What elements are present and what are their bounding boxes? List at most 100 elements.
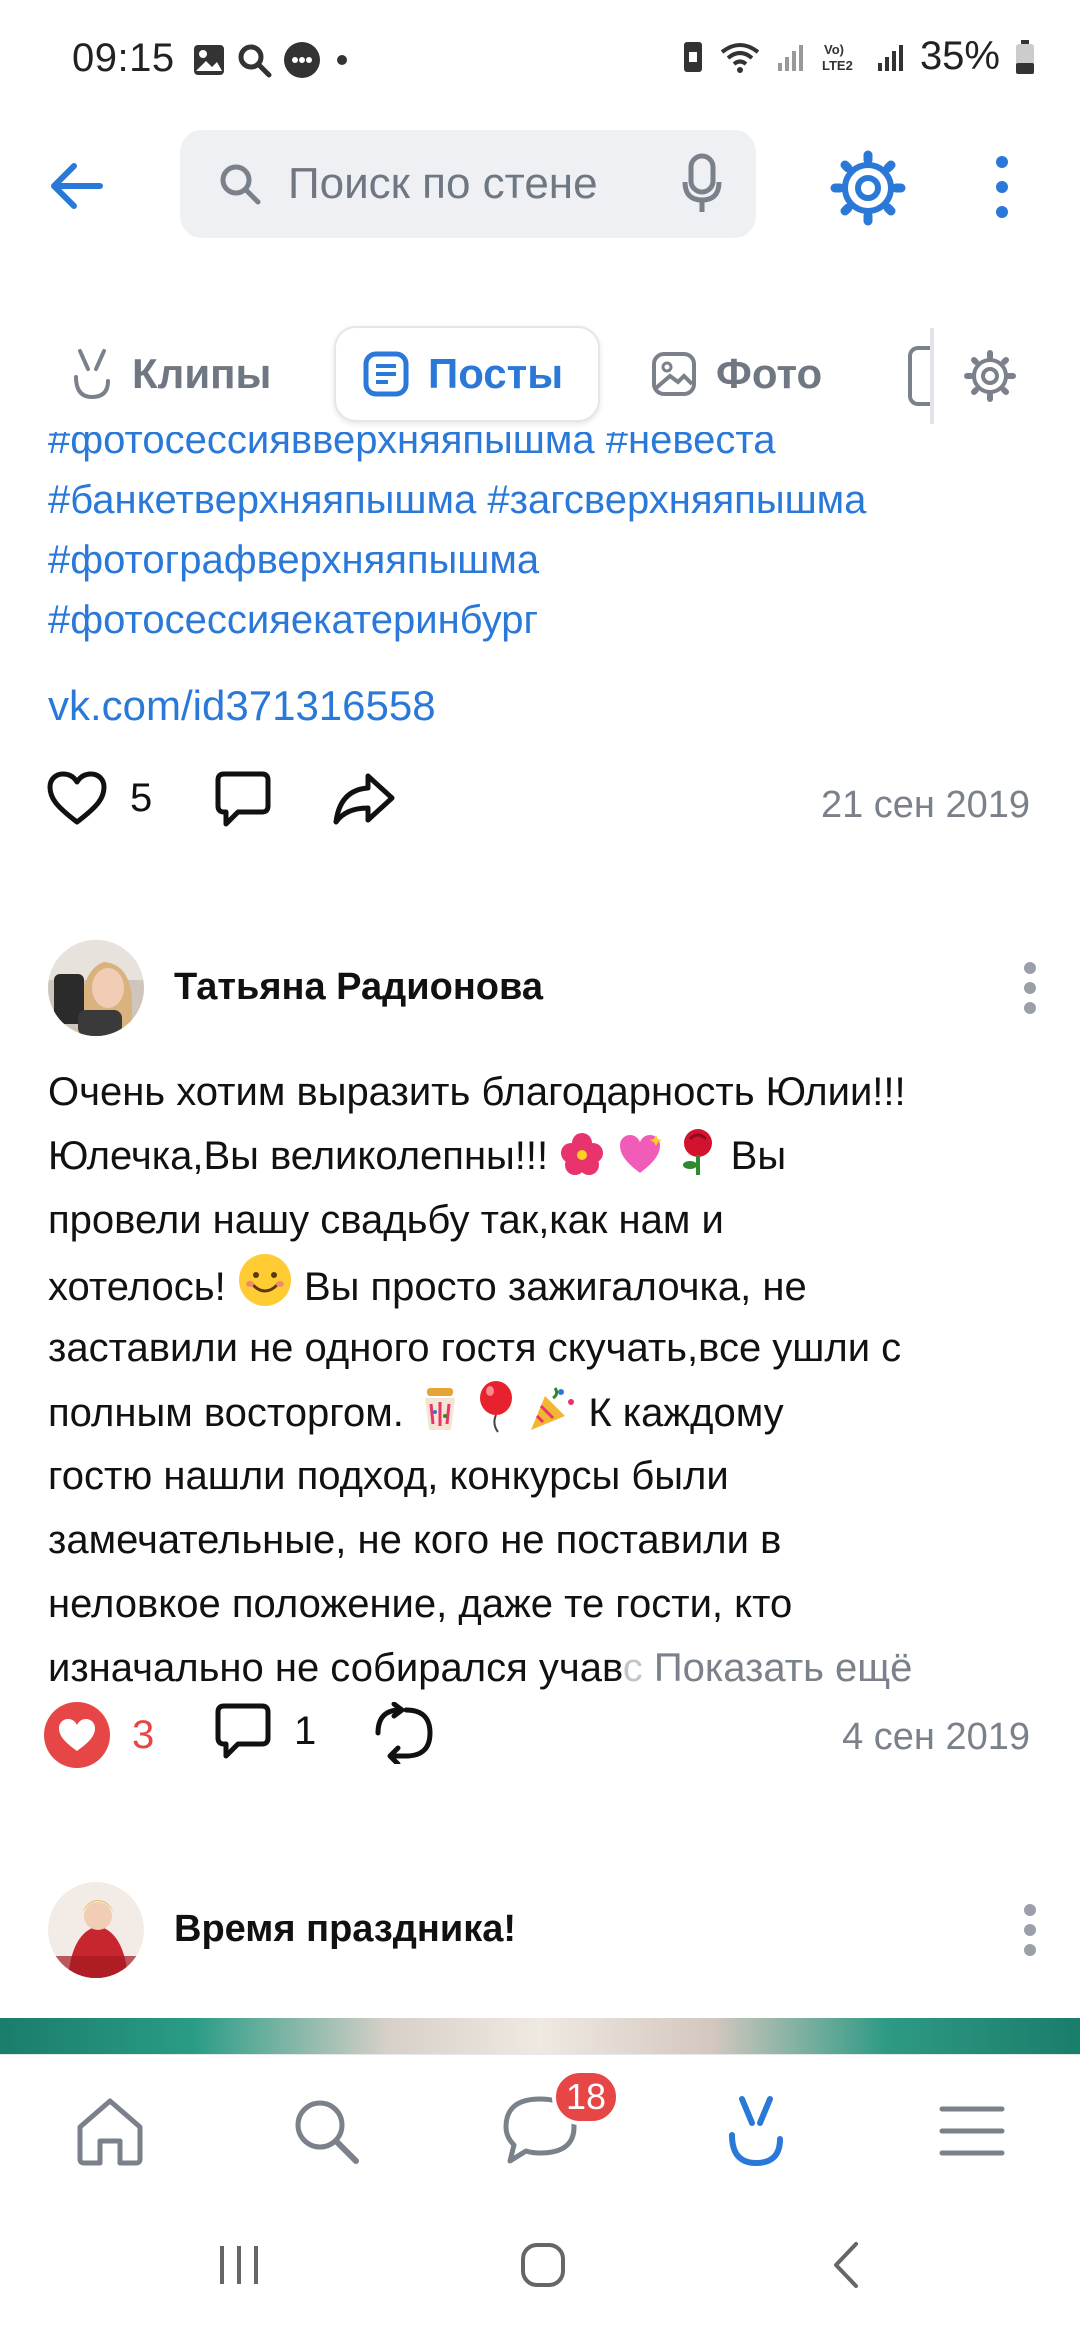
home-icon [77,2098,143,2166]
arrow-left-icon [51,163,103,209]
hashtag-line[interactable]: #фотосессияекатеринбург [48,590,1048,650]
nav-home[interactable] [70,2091,150,2171]
posts-icon [363,351,409,397]
battery-icon [1016,39,1034,74]
chat-bubble-icon [284,42,320,78]
text-span: Вы просто зажигалочка, не [303,1265,807,1309]
top-bar [0,118,1080,252]
tab-posts[interactable]: Посты [334,326,600,422]
smiling-face-emoji-icon [238,1254,291,1306]
repost-button[interactable] [372,1702,436,1764]
comment-icon [215,1703,271,1759]
post-author[interactable]: Время праздника! [174,1908,516,1951]
back-button[interactable] [44,156,114,216]
system-navigation-bar [0,2194,1080,2340]
post-image-preview[interactable] [0,2018,1080,2054]
menu-icon [939,2106,1005,2156]
settings-gear-icon[interactable] [828,148,908,228]
comment-button[interactable] [214,770,272,828]
post-text-line: изначально не собирался учавс Показать е… [48,1636,1048,1700]
like-button[interactable]: 5 [46,770,152,826]
post-date: 4 сен 2019 [842,1716,1030,1758]
tabs-divider [930,328,934,424]
search-icon [295,2100,359,2164]
wall-feed[interactable]: #фотосессиявверхняяпышма #невеста #банке… [0,432,1080,2054]
status-notification-icons [192,40,352,80]
text-span: гостю нашли подход, конкурсы были [48,1454,729,1498]
repost-icon [375,1702,433,1764]
comment-icon [215,771,271,827]
search-icon [220,164,261,205]
text-span: заставили не одного гостя скучать,все уш… [48,1326,902,1370]
messages-badge: 18 [552,2069,621,2125]
search-input[interactable] [288,154,648,214]
nav-clips[interactable] [716,2091,796,2171]
hashtag-line[interactable]: #банкетверхняяпышма #загсверхняяпышма [48,470,1048,530]
bottom-navigation: 18 [0,2054,1080,2194]
gallery-icon [194,45,224,75]
comment-button[interactable]: 1 [214,1702,316,1760]
tab-label: Фото [716,350,823,397]
show-more-link[interactable]: Показать ещё [654,1646,913,1690]
volte-icon: Vo)LTE2 [822,42,853,73]
text-span: Вы [730,1134,787,1178]
avatar[interactable] [48,940,144,1036]
dot-icon [337,55,347,65]
post-text-line: Юлечка,Вы великолепны!!! Вы [48,1124,1048,1188]
status-time: 09:15 [72,36,175,80]
post-link[interactable]: vk.com/id371316558 [48,682,436,730]
post-text-line: провели нашу свадьбу так,как нам и [48,1188,1048,1252]
svg-text:LTE2: LTE2 [822,58,853,73]
text-span: полным восторгом. [48,1391,404,1435]
text-span: хотелось! [48,1265,226,1309]
search-icon [238,44,272,78]
tab-photo[interactable]: Фото [650,326,822,422]
clips-icon [74,349,110,400]
system-back-icon[interactable] [826,2240,866,2290]
sim-icon [683,41,702,72]
hibiscus-emoji-icon [561,1133,604,1175]
recent-apps-icon[interactable] [214,2240,264,2290]
post-text-line: заставили не одного гостя скучать,все уш… [48,1316,1048,1380]
more-options-icon[interactable] [992,152,1012,222]
tab-label: Клипы [132,350,272,397]
tabs-settings-gear-icon[interactable] [962,348,1018,404]
like-button[interactable]: 3 [44,1702,154,1768]
post-text-line: полным восторгом. К каждому [48,1380,1048,1444]
tab-clips[interactable]: Клипы [70,326,271,422]
text-span: неловкое положение, даже те гости, кто [48,1582,793,1626]
avatar[interactable] [48,1882,144,1978]
balloon-emoji-icon [480,1381,513,1433]
post-text-line: замечательные, не кого не поставили в [48,1508,1048,1572]
rose-emoji-icon [682,1129,712,1175]
post-header: Татьяна Радионова [0,940,1080,1040]
post-author[interactable]: Татьяна Радионова [174,966,543,1009]
wall-tabs: Клипы Посты Фото [0,316,1080,432]
post-actions: 3 1 4 сен 2019 [0,1702,1080,1782]
hashtag-line[interactable]: #фотографверхняяпышма [48,530,1048,590]
like-count: 5 [130,775,153,820]
microphone-icon[interactable] [682,152,722,216]
text-span: изначально не собирался учав [48,1646,623,1690]
wifi-icon [720,42,760,73]
nav-menu[interactable] [932,2091,1012,2171]
signal-icon [777,44,803,71]
text-span: замечательные, не кого не поставили в [48,1518,782,1562]
tab-label: Посты [428,350,564,397]
text-span: Очень хотим выразить благодарность Юлии!… [48,1070,906,1114]
heart-outline-icon [47,771,107,825]
post-actions: 5 21 сен 2019 [0,770,1080,850]
share-button[interactable] [332,770,396,826]
post-header: Время праздника! [0,1882,1080,1982]
hashtag-line[interactable]: #фотосессиявверхняяпышма #невеста [48,432,1048,470]
party-popper-emoji-icon [531,1387,575,1430]
nav-search[interactable] [286,2091,366,2171]
home-circle-icon[interactable] [518,2240,568,2290]
post-more-icon[interactable] [1022,1902,1038,1958]
text-span: Юлечка,Вы великолепны!!! [48,1134,549,1178]
post-more-icon[interactable] [1022,960,1038,1016]
share-arrow-icon [333,773,395,825]
status-bar: 09:15 Vo) LTE2 35% [0,0,1080,118]
post-text-line: неловкое положение, даже те гости, кто [48,1572,1048,1636]
search-bar[interactable] [180,130,756,238]
